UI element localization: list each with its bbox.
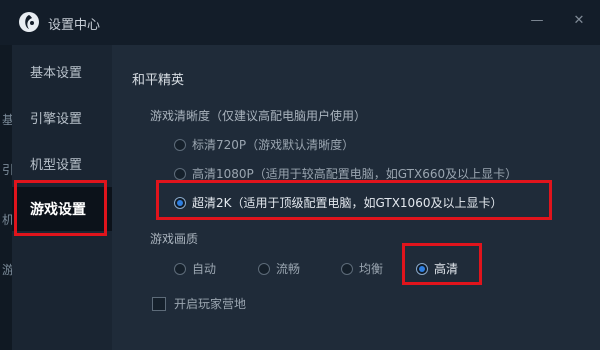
resolution-option-720p[interactable]: 标清720P（游戏默认清晰度） (174, 136, 354, 153)
minimize-button[interactable]: — (528, 11, 546, 29)
quality-option-label: 均衡 (359, 262, 384, 276)
quality-option-smooth[interactable]: 流畅 (258, 260, 300, 277)
background-window-edge: 基 引 机 游 (0, 45, 14, 350)
radio-button[interactable] (174, 138, 186, 151)
radio-button[interactable] (341, 262, 353, 275)
settings-window: 设置中心 — ✕ 基 引 机 游 基本设置 引擎设置 机型设置 游戏设置 和平精… (0, 0, 600, 350)
sidebar-item-device[interactable]: 机型设置 (12, 141, 112, 185)
radio-button-selected[interactable] (174, 196, 186, 209)
sidebar-item-engine[interactable]: 引擎设置 (12, 95, 112, 139)
close-button[interactable]: ✕ (570, 11, 588, 29)
game-title: 和平精英 (132, 73, 185, 88)
sidebar-item-basic[interactable]: 基本设置 (12, 49, 112, 93)
radio-button-selected[interactable] (416, 262, 428, 275)
settings-sidebar: 基本设置 引擎设置 机型设置 游戏设置 (12, 45, 112, 350)
radio-button[interactable] (174, 167, 186, 180)
quality-option-label: 流畅 (276, 262, 301, 276)
resolution-option-label: 超清2K（适用于顶级配置电脑，如GTX1060及以上显卡） (192, 196, 503, 210)
player-camp-checkbox[interactable] (152, 296, 166, 311)
title-bar: 设置中心 — ✕ (0, 0, 600, 46)
quality-heading: 游戏画质 (150, 232, 199, 246)
resolution-option-1080p[interactable]: 高清1080P（适用于较高配置电脑，如GTX660及以上显卡） (174, 165, 517, 182)
window-title: 设置中心 (48, 18, 101, 33)
settings-panel: 和平精英 游戏清晰度（仅建议高配电脑用户使用） 标清720P（游戏默认清晰度） … (112, 45, 600, 350)
player-camp-option[interactable]: 开启玩家营地 (152, 295, 246, 312)
quality-option-auto[interactable]: 自动 (174, 260, 216, 277)
resolution-option-label: 标清720P（游戏默认清晰度） (192, 138, 355, 152)
app-logo-icon (19, 12, 39, 32)
quality-option-label: 自动 (192, 262, 217, 276)
resolution-option-2k[interactable]: 超清2K（适用于顶级配置电脑，如GTX1060及以上显卡） (174, 194, 502, 211)
quality-option-balanced[interactable]: 均衡 (341, 260, 383, 277)
resolution-heading: 游戏清晰度（仅建议高配电脑用户使用） (150, 109, 367, 123)
radio-button[interactable] (174, 262, 186, 275)
sidebar-item-game[interactable]: 游戏设置 (12, 187, 112, 231)
radio-button[interactable] (258, 262, 270, 275)
quality-option-hd[interactable]: 高清 (416, 260, 458, 277)
player-camp-label: 开启玩家营地 (174, 297, 247, 311)
resolution-option-label: 高清1080P（适用于较高配置电脑，如GTX660及以上显卡） (192, 167, 518, 181)
quality-option-label: 高清 (434, 262, 459, 276)
